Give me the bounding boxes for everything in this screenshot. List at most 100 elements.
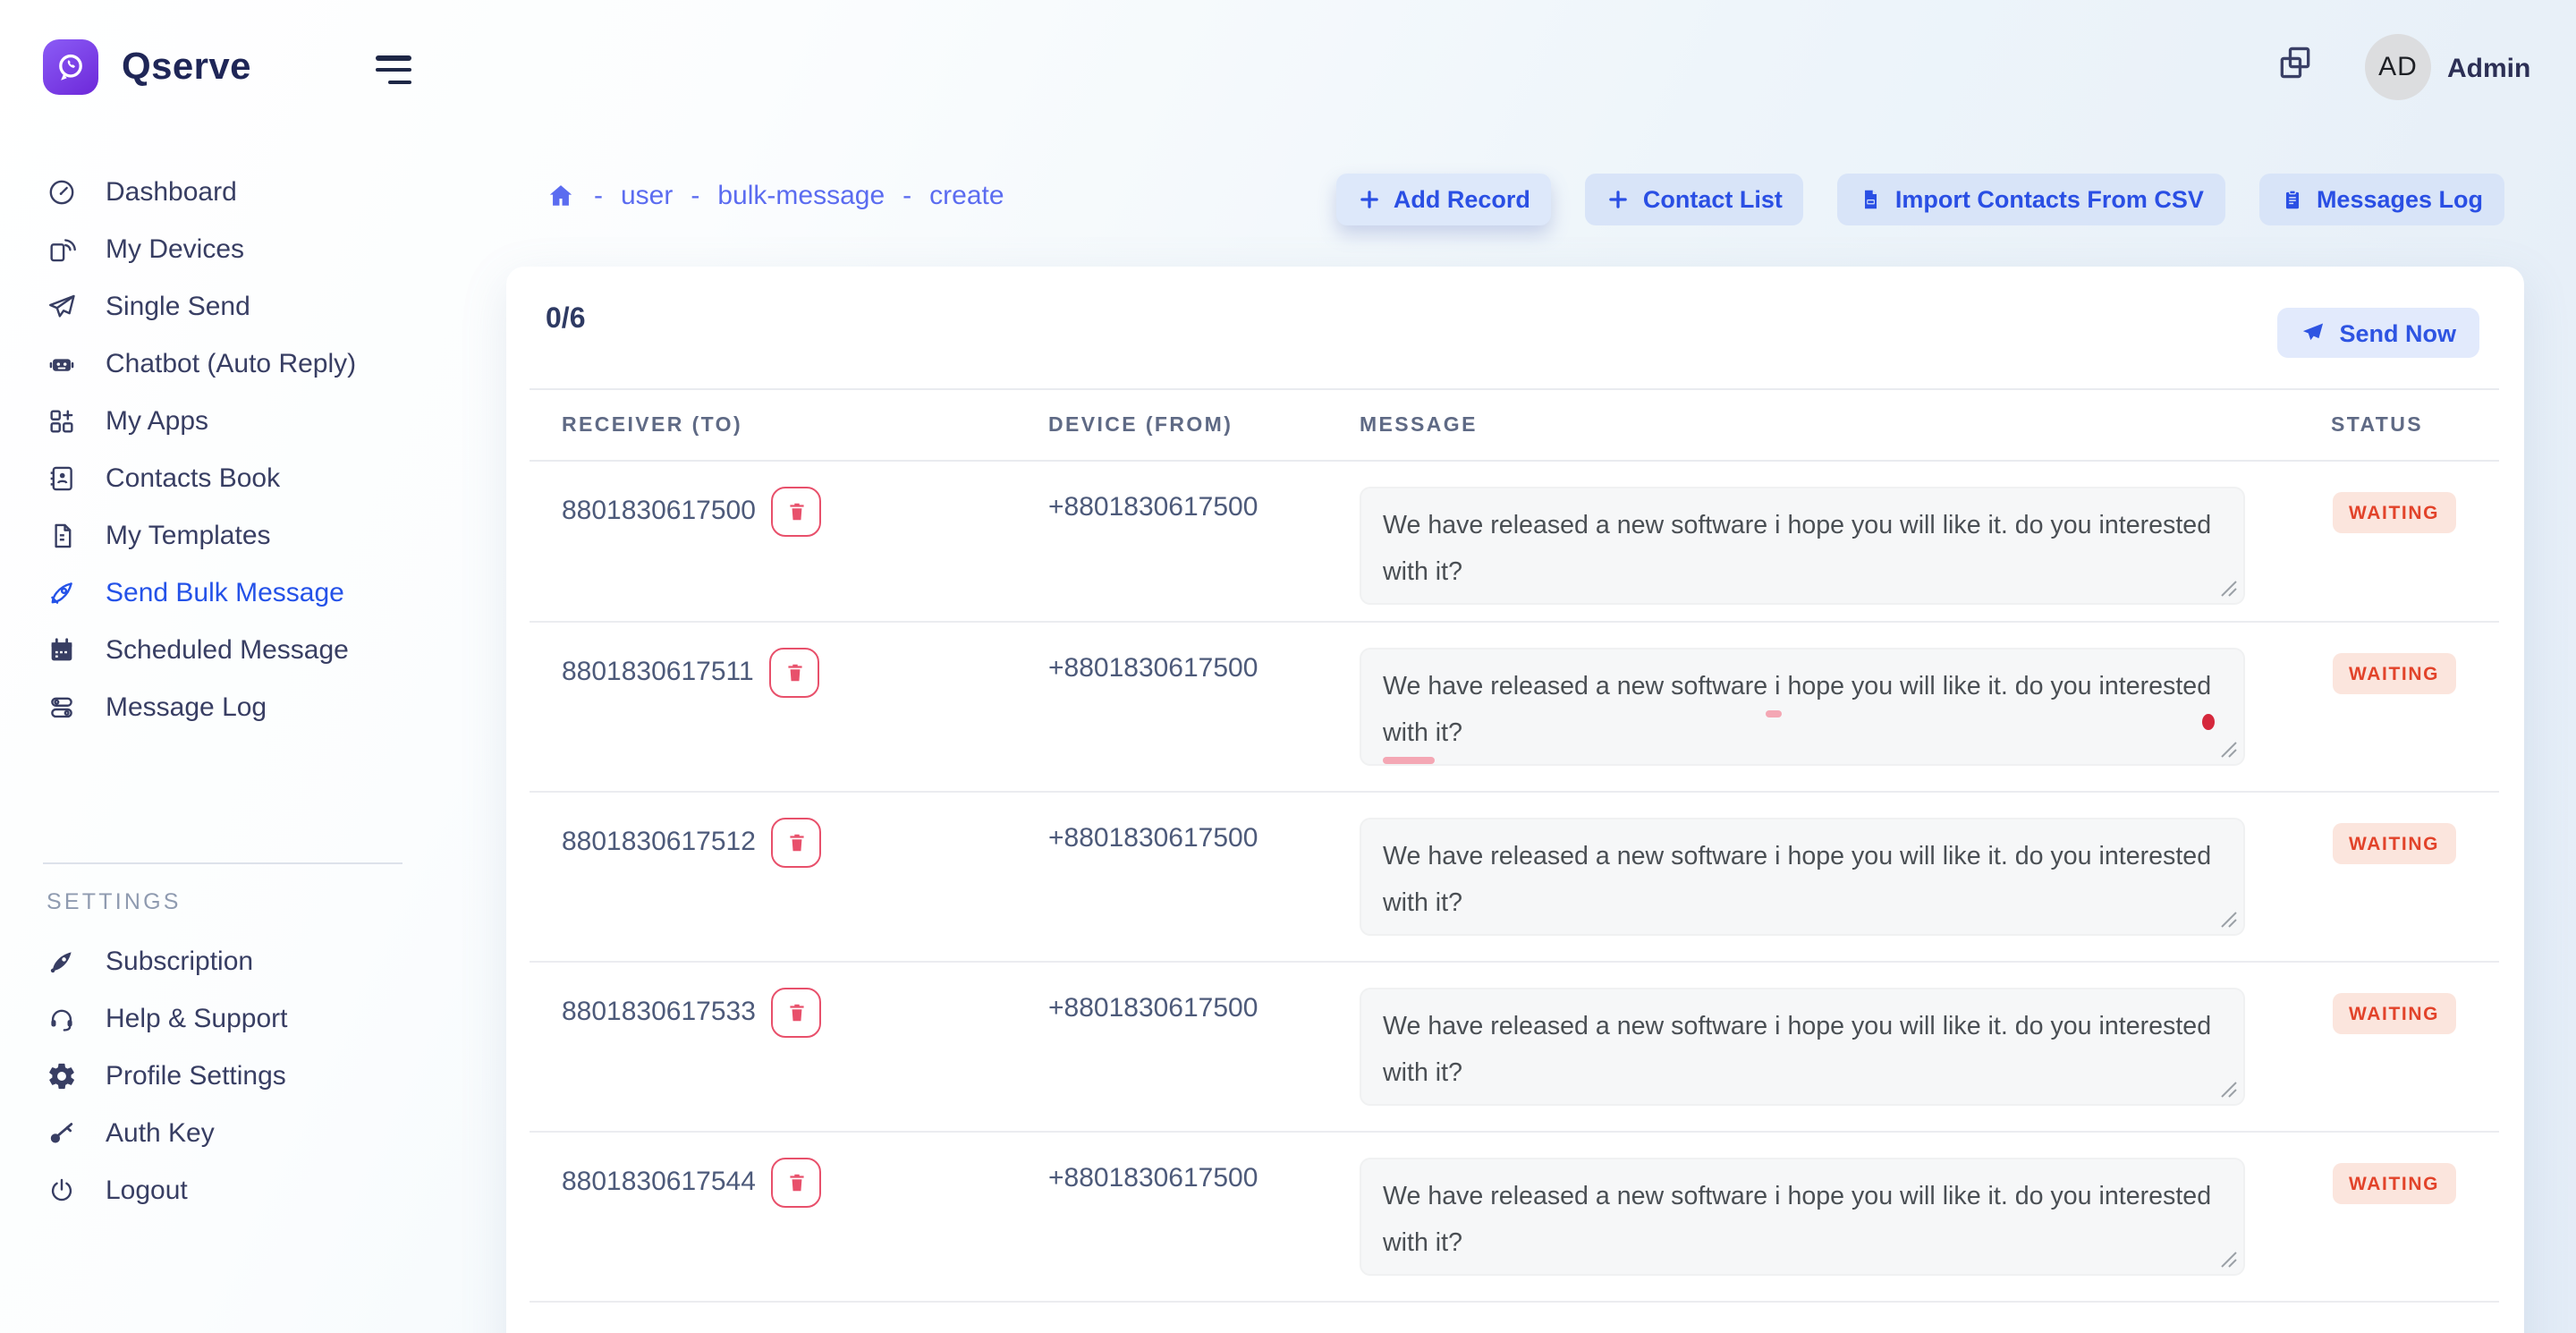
headset-icon: [47, 1003, 77, 1033]
receiver-cell: 8801830617512: [530, 818, 1048, 868]
message-line: We have released a new software i hope y…: [1383, 503, 2222, 549]
spellcheck-dot: [2202, 714, 2215, 730]
message-line: We have released a new software i hope y…: [1383, 1174, 2222, 1220]
sidebar-item-contacts-book[interactable]: Contacts Book: [0, 450, 469, 507]
button-label: Contact List: [1643, 186, 1783, 213]
bulk-message-card: 0/6 Send Now RECEIVER (TO) DEVICE (FROM)…: [506, 267, 2524, 1333]
device-number: +8801830617500: [1048, 492, 1360, 522]
sidebar-item-label: Chatbot (Auto Reply): [106, 349, 356, 379]
message-line: with it?: [1383, 1220, 2222, 1267]
calendar-icon: [47, 636, 77, 666]
messages-log-button[interactable]: Messages Log: [2259, 174, 2504, 225]
delete-row-button[interactable]: [772, 1158, 822, 1208]
trash-icon: [784, 660, 807, 685]
add-record-button[interactable]: Add Record: [1336, 174, 1552, 225]
message-textarea[interactable]: We have released a new software i hope y…: [1360, 487, 2245, 605]
trash-icon: [785, 830, 809, 855]
table-row: 8801830617500 +8801830617500 We have rel…: [530, 462, 2499, 623]
sidebar-item-label: Send Bulk Message: [106, 578, 344, 608]
sidebar-item-label: Scheduled Message: [106, 636, 349, 666]
table-row: 8801830617511 +8801830617500 We have rel…: [530, 623, 2499, 793]
page-actions: Add Record Contact List Import Contacts …: [1336, 174, 2504, 225]
device-number: +8801830617500: [1048, 1163, 1360, 1193]
resize-handle-icon[interactable]: [2220, 1251, 2238, 1269]
resize-handle-icon[interactable]: [2220, 911, 2238, 929]
resize-handle-icon[interactable]: [2220, 741, 2238, 759]
sidebar: Qserve Dashboard My Devices: [0, 0, 469, 1333]
admin-name[interactable]: Admin: [2447, 54, 2530, 84]
devices-icon: [47, 233, 77, 264]
message-textarea[interactable]: We have released a new software i hope y…: [1360, 648, 2245, 766]
sidebar-item-my-devices[interactable]: My Devices: [0, 220, 469, 277]
col-status: STATUS: [2308, 414, 2499, 436]
sidebar-item-dashboard[interactable]: Dashboard: [0, 163, 469, 220]
device-number: +8801830617500: [1048, 823, 1360, 853]
resize-handle-icon[interactable]: [2220, 1081, 2238, 1099]
button-label: Import Contacts From CSV: [1895, 186, 2204, 213]
sidebar-item-scheduled-message[interactable]: Scheduled Message: [0, 623, 469, 680]
receiver-cell: 8801830617544: [530, 1158, 1048, 1208]
sidebar-item-subscription[interactable]: Subscription: [0, 932, 469, 989]
apps-grid-plus-icon: [47, 406, 77, 437]
message-line: We have released a new software i hope y…: [1383, 664, 2222, 710]
sidebar-item-profile-settings[interactable]: Profile Settings: [0, 1047, 469, 1104]
delete-row-button[interactable]: [772, 818, 822, 868]
csv-file-icon: [1860, 188, 1883, 211]
paper-plane-icon: [47, 291, 77, 321]
sidebar-toggle-icon[interactable]: [376, 55, 411, 84]
import-contacts-csv-button[interactable]: Import Contacts From CSV: [1838, 174, 2225, 225]
status-badge: WAITING: [2333, 993, 2455, 1034]
sidebar-item-send-bulk-message[interactable]: Send Bulk Message: [0, 565, 469, 622]
brand[interactable]: Qserve: [43, 39, 251, 95]
breadcrumb: - user - bulk-message - create: [546, 181, 1004, 211]
sidebar-item-label: Logout: [106, 1176, 188, 1206]
status-badge: WAITING: [2333, 492, 2455, 533]
message-line: with it?: [1383, 880, 2222, 927]
sidebar-item-single-send[interactable]: Single Send: [0, 277, 469, 335]
resize-handle-icon[interactable]: [2220, 580, 2238, 598]
breadcrumb-create[interactable]: create: [929, 181, 1004, 211]
bulk-table-header: RECEIVER (TO) DEVICE (FROM) MESSAGE STAT…: [530, 388, 2499, 462]
device-number: +8801830617500: [1048, 653, 1360, 683]
table-row: 8801830617533 +8801830617500 We have rel…: [530, 963, 2499, 1133]
sidebar-item-my-templates[interactable]: My Templates: [0, 507, 469, 565]
avatar[interactable]: AD: [2365, 34, 2431, 100]
breadcrumb-bulk-message[interactable]: bulk-message: [717, 181, 885, 211]
dashboard-icon: [47, 176, 77, 207]
receiver-number: 8801830617544: [562, 1158, 756, 1208]
copy-pages-icon[interactable]: [2275, 43, 2315, 82]
delete-row-button[interactable]: [772, 487, 822, 537]
sidebar-divider: [43, 862, 402, 864]
status-badge: WAITING: [2333, 823, 2455, 864]
breadcrumb-separator: -: [594, 181, 603, 211]
sidebar-item-chatbot[interactable]: Chatbot (Auto Reply): [0, 335, 469, 393]
toggles-icon: [47, 693, 77, 724]
home-icon[interactable]: [546, 181, 576, 211]
sidebar-item-logout[interactable]: Logout: [0, 1162, 469, 1219]
sidebar-item-help-support[interactable]: Help & Support: [0, 989, 469, 1047]
trash-icon: [785, 499, 809, 524]
delete-row-button[interactable]: [772, 988, 822, 1038]
trash-icon: [785, 1170, 809, 1195]
sidebar-item-label: Help & Support: [106, 1003, 287, 1033]
rocket-filled-icon: [47, 946, 77, 976]
delete-row-button[interactable]: [770, 648, 820, 698]
sidebar-item-label: Single Send: [106, 291, 250, 321]
receiver-cell: 8801830617500: [530, 487, 1048, 537]
receiver-cell: 8801830617533: [530, 988, 1048, 1038]
message-textarea[interactable]: We have released a new software i hope y…: [1360, 1158, 2245, 1276]
receiver-number: 8801830617512: [562, 818, 756, 868]
sidebar-item-message-log[interactable]: Message Log: [0, 680, 469, 737]
gear-icon: [47, 1060, 77, 1091]
sidebar-item-auth-key[interactable]: Auth Key: [0, 1105, 469, 1162]
message-textarea[interactable]: We have released a new software i hope y…: [1360, 988, 2245, 1106]
send-plane-icon: [2300, 320, 2325, 345]
sidebar-nav: Dashboard My Devices Single Send: [0, 163, 469, 737]
sidebar-item-my-apps[interactable]: My Apps: [0, 393, 469, 450]
plus-icon: [1358, 188, 1381, 211]
send-now-button[interactable]: Send Now: [2276, 308, 2479, 358]
contact-list-button[interactable]: Contact List: [1586, 174, 1804, 225]
message-textarea[interactable]: We have released a new software i hope y…: [1360, 818, 2245, 936]
progress-counter: 0/6: [546, 304, 586, 336]
breadcrumb-user[interactable]: user: [621, 181, 673, 211]
